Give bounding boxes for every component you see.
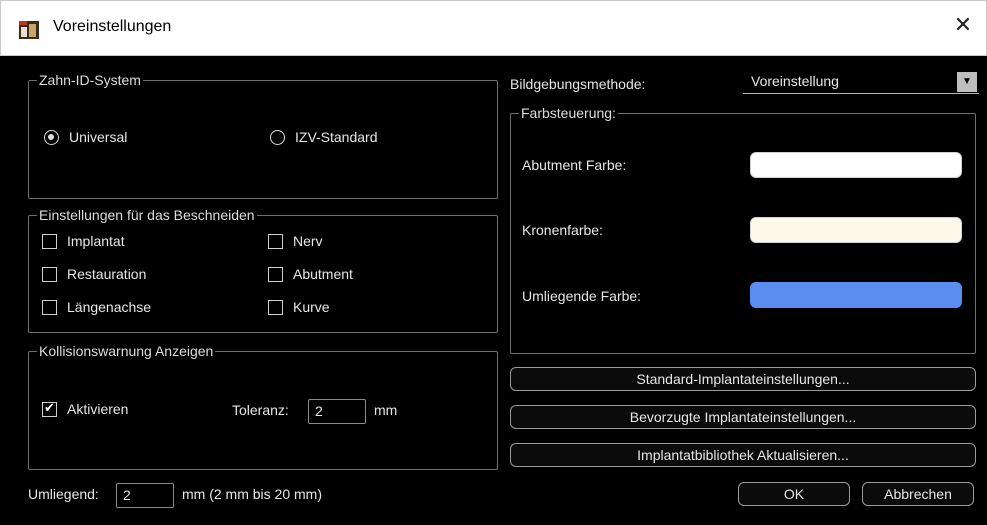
window-title: Voreinstellungen (53, 18, 172, 35)
abutment-color-swatch[interactable] (750, 152, 962, 178)
check-icon[interactable]: ✔ (42, 401, 57, 417)
radio-universal-indicator[interactable] (44, 129, 59, 145)
checkbox-laengenachse-label: Längenachse (67, 299, 152, 315)
checkbox-aktivieren-label: Aktivieren (67, 401, 129, 417)
checkbox-kurve[interactable]: Kurve (268, 299, 330, 315)
radio-universal-label: Universal (69, 129, 128, 145)
checkbox-abutment[interactable]: Abutment (268, 266, 353, 282)
preferred-implant-settings-button[interactable]: Bevorzugte Implantateinstellungen... (510, 405, 976, 429)
radio-izv-standard[interactable]: IZV-Standard (270, 129, 378, 145)
update-implant-library-button[interactable]: Implantatbibliothek Aktualisieren... (510, 443, 976, 467)
chevron-down-icon[interactable]: ▼ (957, 72, 977, 92)
checkbox-aktivieren[interactable]: ✔ Aktivieren (42, 401, 128, 417)
ok-button[interactable]: OK (738, 482, 850, 506)
title-bar: Voreinstellungen ✕ (0, 0, 987, 56)
crown-color-swatch[interactable] (750, 217, 962, 243)
surrounding-hint: mm (2 mm bis 20 mm) (182, 486, 322, 502)
checkbox-implantat-label: Implantat (67, 233, 125, 249)
checkbox-kurve-box[interactable] (268, 299, 283, 315)
checkbox-laengenachse-box[interactable] (42, 299, 57, 315)
standard-implant-settings-button[interactable]: Standard-Implantateinstellungen... (510, 367, 976, 391)
radio-universal[interactable]: Universal (44, 129, 127, 145)
checkbox-nerv-box[interactable] (268, 233, 283, 249)
cancel-button[interactable]: Abbrechen (862, 482, 974, 506)
checkbox-laengenachse[interactable]: Längenachse (42, 299, 151, 315)
collision-group-label: Kollisionswarnung Anzeigen (37, 342, 216, 360)
surrounding-color-swatch[interactable] (750, 282, 962, 308)
checkbox-restauration[interactable]: Restauration (42, 266, 146, 282)
tolerance-input[interactable]: 2 (308, 399, 366, 424)
close-icon[interactable]: ✕ (950, 13, 976, 39)
tolerance-unit: mm (374, 402, 398, 418)
surrounding-color-label: Umliegende Farbe: (522, 288, 642, 304)
checkbox-nerv-label: Nerv (293, 233, 323, 249)
radio-izv-standard-indicator[interactable] (270, 129, 285, 145)
app-icon (19, 21, 39, 39)
checkbox-restauration-label: Restauration (67, 266, 147, 282)
surrounding-label: Umliegend: (28, 486, 99, 502)
imaging-method-select[interactable]: Voreinstellung ▼ (743, 70, 979, 94)
color-control-group-label: Farbsteuerung: (519, 104, 618, 122)
checkbox-abutment-label: Abutment (293, 266, 353, 282)
crown-color-label: Kronenfarbe: (522, 222, 603, 238)
tooth-id-group-label: Zahn-ID-System (37, 71, 143, 89)
checkbox-abutment-box[interactable] (268, 266, 283, 282)
imaging-method-value: Voreinstellung (751, 73, 839, 89)
imaging-method-label: Bildgebungsmethode: (510, 76, 646, 92)
abutment-color-label: Abutment Farbe: (522, 157, 627, 173)
surrounding-input[interactable]: 2 (116, 483, 174, 508)
clipping-group-label: Einstellungen für das Beschneiden (37, 206, 257, 224)
checkbox-nerv[interactable]: Nerv (268, 233, 323, 249)
checkbox-kurve-label: Kurve (293, 299, 330, 315)
checkbox-implantat[interactable]: Implantat (42, 233, 125, 249)
checkbox-implantat-box[interactable] (42, 233, 57, 249)
checkbox-restauration-box[interactable] (42, 266, 57, 282)
radio-izv-standard-label: IZV-Standard (295, 129, 378, 145)
dialog-body: Zahn-ID-System Universal IZV-Standard Ei… (0, 56, 987, 525)
tolerance-label: Toleranz: (232, 402, 289, 418)
